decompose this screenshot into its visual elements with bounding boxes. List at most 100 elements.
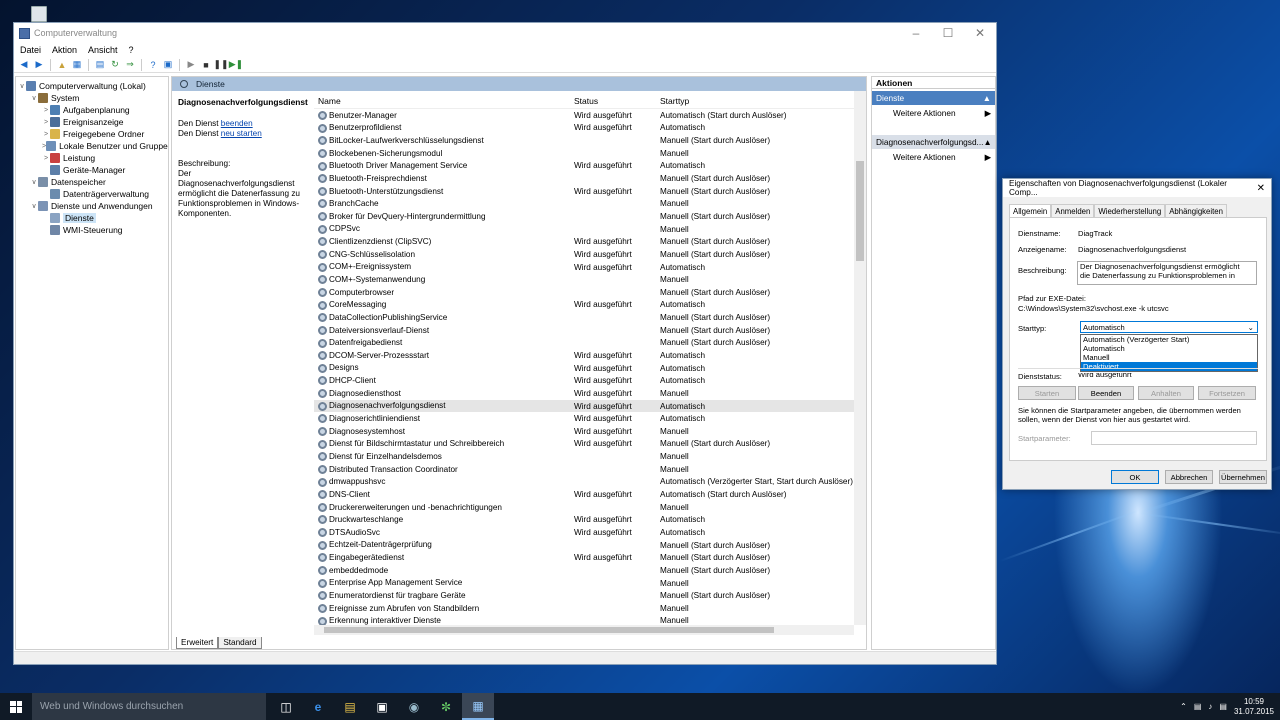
volume-icon[interactable]: ♪ bbox=[1208, 702, 1212, 711]
restart-icon[interactable]: ▶❚ bbox=[229, 59, 243, 71]
tree-system[interactable]: ∨ System bbox=[16, 92, 168, 104]
service-row[interactable]: Dienst für Einzelhandelsdemos Manuell bbox=[314, 450, 854, 463]
forward-icon[interactable]: ▶ bbox=[33, 59, 45, 71]
tree-freigegebene-ordner[interactable]: > Freigegebene Ordner bbox=[16, 128, 168, 140]
start-button[interactable] bbox=[0, 693, 32, 720]
vertical-scroll-thumb[interactable] bbox=[856, 161, 864, 261]
play-icon[interactable]: ▶ bbox=[185, 59, 197, 71]
notifications-icon[interactable]: ▤ bbox=[1219, 702, 1227, 711]
network-icon[interactable]: ▤ bbox=[1194, 702, 1202, 711]
starten-button[interactable]: Starten bbox=[1018, 386, 1076, 400]
pause-icon[interactable]: ❚❚ bbox=[213, 59, 228, 71]
tree-geraete-manager[interactable]: Geräte-Manager bbox=[16, 164, 168, 176]
service-row[interactable]: Diagnosenachverfolgungsdienst Wird ausgef… bbox=[314, 399, 854, 413]
tree-wmi[interactable]: WMI-Steuerung bbox=[16, 224, 168, 236]
beenden-button[interactable]: Beenden bbox=[1078, 386, 1134, 400]
dialog-title-bar[interactable]: Eigenschaften von Diagnosenachverfolgung… bbox=[1003, 179, 1271, 197]
menu-help[interactable]: ? bbox=[129, 45, 134, 55]
service-row[interactable]: Datenfreigabedienst Manuell (Start durch … bbox=[314, 337, 854, 350]
service-row[interactable]: COM+-Ereignissystem Wird ausgeführt Automa… bbox=[314, 261, 854, 274]
service-row[interactable]: Bluetooth-Freisprechdienst Manuell (Start… bbox=[314, 172, 854, 185]
anhalten-button[interactable]: Anhalten bbox=[1138, 386, 1194, 400]
collapse-icon[interactable]: ▲ bbox=[983, 93, 991, 103]
service-row[interactable]: Bluetooth-Unterstützungsdienst Wird ausge… bbox=[314, 185, 854, 198]
tree-dienste[interactable]: Dienste bbox=[16, 212, 168, 224]
service-row[interactable]: Broker für DevQuery-Hintergrundermittlun… bbox=[314, 210, 854, 223]
option-verzoegert[interactable]: Automatisch (Verzögerter Start) bbox=[1081, 335, 1257, 344]
actions-section-dienste[interactable]: Dienste ▲ bbox=[872, 91, 995, 105]
service-row[interactable]: Diagnosediensthost Wird ausgeführt Manuell bbox=[314, 387, 854, 400]
tree-datenspeicher[interactable]: ∨ Datenspeicher bbox=[16, 176, 168, 188]
edge-icon[interactable]: e bbox=[302, 693, 334, 720]
action-weitere-aktionen-service[interactable]: Weitere Aktionen ▶ bbox=[872, 149, 995, 165]
expand-icon[interactable]: ∨ bbox=[30, 94, 38, 102]
taskbar-search[interactable]: Web und Windows durchsuchen bbox=[32, 693, 266, 720]
tree-leistung[interactable]: > Leistung bbox=[16, 152, 168, 164]
maximize-button[interactable]: ☐ bbox=[932, 26, 964, 40]
service-row[interactable]: CDPSvc Manuell bbox=[314, 223, 854, 236]
service-row[interactable]: DNS-Client Wird ausgeführt Automatisch (St… bbox=[314, 488, 854, 501]
restart-service-link[interactable]: neu starten bbox=[221, 129, 262, 138]
tree-aufgabenplanung[interactable]: > Aufgabenplanung bbox=[16, 104, 168, 116]
column-status[interactable]: Status bbox=[574, 96, 660, 106]
stop-icon[interactable]: ■ bbox=[200, 59, 212, 71]
option-manuell[interactable]: Manuell bbox=[1081, 353, 1257, 362]
dialog-close-icon[interactable]: ✕ bbox=[1257, 183, 1265, 194]
actions-section-service[interactable]: Diagnosenachverfolgungsd... ▲ bbox=[872, 135, 995, 149]
tab-abhaengigkeiten[interactable]: Abhängigkeiten bbox=[1165, 204, 1227, 218]
expand-icon[interactable]: ∨ bbox=[30, 178, 38, 186]
service-row[interactable]: Distributed Transaction Coordinator Manue… bbox=[314, 463, 854, 476]
service-row[interactable]: Echtzeit-Datenträgerprüfung Manuell (Star… bbox=[314, 539, 854, 552]
expand-icon[interactable]: ∨ bbox=[18, 82, 26, 90]
service-row[interactable]: Bluetooth Driver Management Service Wird … bbox=[314, 160, 854, 173]
app-icon-2[interactable]: ✼ bbox=[430, 693, 462, 720]
starttyp-select[interactable]: Automatisch ⌄ bbox=[1080, 321, 1258, 333]
menu-ansicht[interactable]: Ansicht bbox=[88, 45, 118, 55]
service-row[interactable]: CoreMessaging Wird ausgeführt Automatisch bbox=[314, 299, 854, 312]
service-row[interactable]: dmwappushsvc Automatisch (Verzögerter Sta… bbox=[314, 476, 854, 489]
tree-datentraegerverwaltung[interactable]: Datenträgerverwaltung bbox=[16, 188, 168, 200]
service-row[interactable]: Ereignisse zum Abrufen von Standbildern M… bbox=[314, 602, 854, 615]
help-icon[interactable]: ? bbox=[147, 59, 159, 71]
tree-root[interactable]: ∨ Computerverwaltung (Lokal) bbox=[16, 80, 168, 92]
fortsetzen-button[interactable]: Fortsetzen bbox=[1198, 386, 1256, 400]
uebernehmen-button[interactable]: Übernehmen bbox=[1219, 470, 1267, 484]
service-row[interactable]: Eingabegerätedienst Wird ausgeführt Manuel… bbox=[314, 551, 854, 564]
tab-erweitert[interactable]: Erweitert bbox=[176, 637, 219, 649]
action-weitere-aktionen[interactable]: Weitere Aktionen ▶ bbox=[872, 105, 995, 121]
tab-allgemein[interactable]: Allgemein bbox=[1009, 204, 1052, 218]
show-hidden-icons-icon[interactable]: ⌃ bbox=[1180, 702, 1187, 711]
console-tree-icon[interactable]: ▦ bbox=[71, 59, 83, 71]
service-row[interactable]: Benutzerprofildienst Wird ausgeführt Autom… bbox=[314, 122, 854, 135]
service-row[interactable]: Dateiversionsverlauf-Dienst Manuell (Star… bbox=[314, 324, 854, 337]
service-row[interactable]: Dienst für Bildschirmtastatur und Schrei… bbox=[314, 438, 854, 451]
properties-icon[interactable]: ▤ bbox=[94, 59, 106, 71]
expand-icon[interactable]: > bbox=[42, 155, 50, 162]
show-hide-icon[interactable]: ▣ bbox=[162, 59, 174, 71]
up-folder-icon[interactable]: ▲ bbox=[56, 59, 68, 71]
tree-benutzer-gruppen[interactable]: > Lokale Benutzer und Gruppen bbox=[16, 140, 168, 152]
option-deaktiviert[interactable]: Deaktiviert bbox=[1081, 362, 1257, 371]
recycle-bin-icon[interactable] bbox=[26, 2, 52, 22]
service-row[interactable]: COM+-Systemanwendung Manuell bbox=[314, 273, 854, 286]
service-row[interactable]: Clientlizenzdienst (ClipSVC) Wird ausgefü… bbox=[314, 235, 854, 248]
service-row[interactable]: DataCollectionPublishingService Manuell (… bbox=[314, 311, 854, 324]
column-starttyp[interactable]: Starttyp bbox=[660, 96, 854, 106]
service-row[interactable]: Blockebenen-Sicherungsmodul Manuell bbox=[314, 147, 854, 160]
app-icon-1[interactable]: ◉ bbox=[398, 693, 430, 720]
vertical-scrollbar[interactable] bbox=[854, 91, 866, 625]
service-row[interactable]: CNG-Schlüsselisolation Wird ausgeführt Man… bbox=[314, 248, 854, 261]
column-name[interactable]: Name bbox=[314, 96, 574, 106]
collapse-icon[interactable]: ▲ bbox=[983, 137, 991, 147]
option-automatisch[interactable]: Automatisch bbox=[1081, 344, 1257, 353]
file-explorer-icon[interactable]: ▤ bbox=[334, 693, 366, 720]
menu-aktion[interactable]: Aktion bbox=[52, 45, 77, 55]
service-row[interactable]: BitLocker-Laufwerkverschlüsselungsdienst… bbox=[314, 134, 854, 147]
service-row[interactable]: DHCP-Client Wird ausgeführt Automatisch bbox=[314, 374, 854, 387]
service-row[interactable]: Enterprise App Management Service Manuell bbox=[314, 577, 854, 590]
service-row[interactable]: DTSAudioSvc Wird ausgeführt Automatisch bbox=[314, 526, 854, 539]
menu-datei[interactable]: Datei bbox=[20, 45, 41, 55]
beschreibung-textarea[interactable]: Der Diagnosenachverfolgungsdienst ermögl… bbox=[1077, 261, 1257, 285]
service-row[interactable]: Druckererweiterungen und -benachrichtigu… bbox=[314, 501, 854, 514]
expand-icon[interactable]: > bbox=[42, 119, 50, 126]
